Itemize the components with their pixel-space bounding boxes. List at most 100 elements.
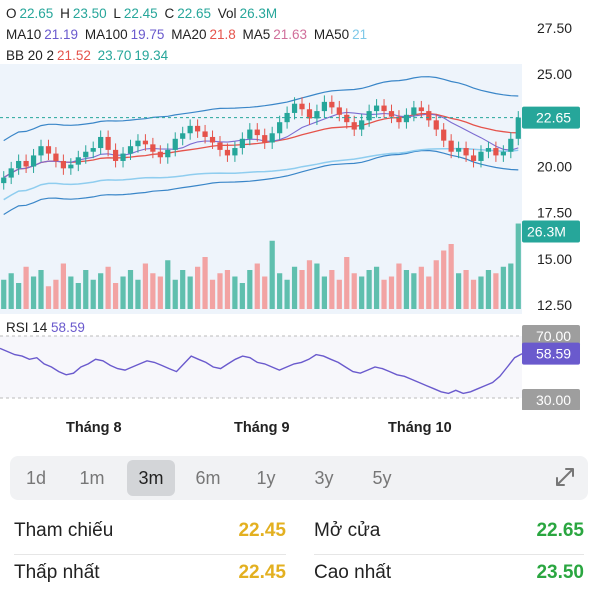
volume-bar — [344, 257, 350, 309]
candle-body — [508, 138, 514, 152]
volume-bar — [217, 273, 223, 309]
price-axis-label: 17.50 — [537, 205, 572, 221]
bb-label: BB 20 2 — [6, 48, 55, 63]
candle-body — [150, 144, 156, 152]
rsi-panel — [0, 336, 522, 398]
volume-bar — [112, 283, 119, 309]
candle-body — [202, 131, 208, 137]
divider — [314, 554, 584, 555]
candle-body — [180, 133, 186, 139]
candle-body — [411, 107, 417, 115]
volume-bar — [456, 273, 462, 309]
volume-bar — [23, 266, 29, 309]
volume-bar — [269, 240, 275, 309]
ma20-value: 21.8 — [209, 27, 236, 42]
volume-bar — [321, 276, 327, 309]
candle-body — [38, 146, 44, 156]
reference-value: 22.45 — [238, 520, 286, 541]
candle-body — [68, 164, 74, 169]
price-chart[interactable]: 27.5025.0022.5020.0017.5015.0012.5022.65… — [0, 0, 600, 410]
volume-bar — [187, 276, 193, 309]
candle-body — [30, 155, 37, 167]
range-1y-button[interactable]: 1y — [242, 460, 290, 496]
volume-bar — [83, 270, 89, 309]
candle-body — [299, 103, 305, 110]
volume-bar — [351, 273, 357, 309]
volume-bar — [336, 279, 342, 309]
stat-high: Cao nhất 23.50 — [314, 562, 584, 602]
candle-body — [277, 122, 283, 134]
volume-bar — [284, 279, 290, 309]
candle-body — [142, 140, 149, 145]
price-axis-label: 15.00 — [537, 251, 572, 267]
candle-body — [8, 168, 14, 178]
volume-bar — [478, 276, 484, 309]
range-1m-button[interactable]: 1m — [68, 460, 116, 496]
candle-body — [75, 157, 81, 165]
volume-bar — [359, 276, 365, 309]
bb-upper-value: 23.70 — [97, 48, 132, 63]
volume-bar — [396, 263, 402, 309]
volume-bar — [239, 283, 245, 309]
candle-body — [105, 136, 111, 150]
volume-bar — [485, 270, 492, 309]
candle-body — [329, 101, 335, 108]
low-label: L — [113, 6, 121, 21]
price-axis-label: 27.50 — [537, 20, 572, 36]
price-axis-label: 20.00 — [537, 159, 572, 175]
candle-body — [426, 111, 432, 121]
candle-body — [418, 107, 424, 112]
candle-body — [381, 105, 387, 112]
open-stat-value: 22.65 — [536, 520, 584, 541]
high-stat-label: Cao nhất — [314, 562, 392, 583]
month-label-oct: Tháng 10 — [388, 420, 452, 436]
ma50-value: 21 — [352, 27, 368, 42]
volume-bar — [202, 257, 208, 309]
range-3m-button[interactable]: 3m — [127, 460, 175, 496]
rsi-value-badge-text: 58.59 — [536, 346, 571, 362]
volume-bar — [403, 270, 410, 309]
close-value: 22.65 — [177, 6, 212, 21]
volume-bar — [157, 276, 163, 309]
candle-body — [16, 160, 22, 169]
candle-body — [195, 125, 201, 132]
volume-bar — [515, 223, 521, 309]
volume-bar — [165, 260, 171, 309]
month-label-aug: Tháng 8 — [66, 420, 122, 436]
candle-body — [336, 107, 342, 115]
rsi-label: RSI 14 — [6, 320, 48, 335]
volume-bar — [98, 273, 104, 309]
volume-bar — [291, 266, 298, 309]
ma100-label: MA100 — [84, 27, 128, 42]
candle-body — [135, 140, 141, 147]
candle-body — [515, 117, 521, 139]
ma20-label: MA20 — [171, 27, 207, 42]
candle-body — [209, 136, 216, 143]
expand-icon[interactable] — [552, 464, 578, 490]
volume-bar — [381, 279, 387, 309]
candle-body — [187, 125, 193, 134]
candle-body — [98, 136, 104, 149]
candle-body — [90, 148, 96, 152]
volume-bar — [30, 276, 37, 309]
reference-label: Tham chiếu — [14, 520, 114, 541]
open-stat-label: Mở cửa — [314, 520, 381, 541]
rsi-upper-badge-text: 70.00 — [536, 328, 571, 344]
price-axis-label: 12.50 — [537, 297, 572, 313]
range-3y-button[interactable]: 3y — [300, 460, 348, 496]
range-6m-button[interactable]: 6m — [184, 460, 232, 496]
range-1d-button[interactable]: 1d — [12, 460, 60, 496]
volume-bar — [247, 270, 253, 309]
candle-body — [247, 129, 253, 139]
volume-bar — [441, 250, 447, 309]
close-label: C — [164, 6, 175, 21]
candle-body — [45, 146, 52, 154]
volume-bar — [53, 279, 59, 309]
candle-body — [351, 122, 357, 130]
candle-body — [500, 151, 506, 156]
time-range-selector: 1d 1m 3m 6m 1y 3y 5y — [10, 456, 588, 500]
volume-bar — [75, 283, 81, 309]
candle-body — [485, 148, 492, 152]
range-5y-button[interactable]: 5y — [358, 460, 406, 496]
stat-low: Thấp nhất 22.45 — [14, 562, 286, 602]
